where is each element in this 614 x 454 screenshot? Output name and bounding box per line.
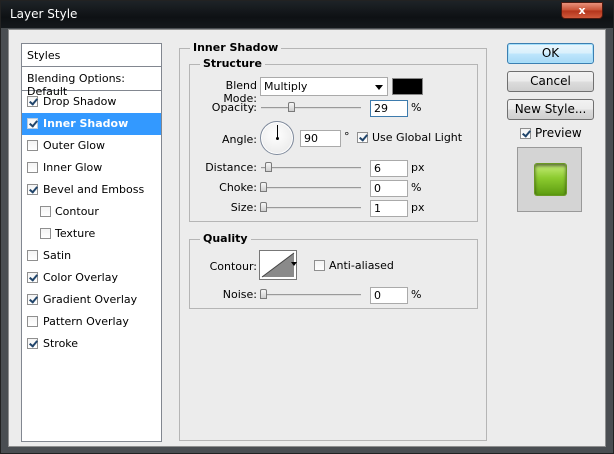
style-item-label: Gradient Overlay [43, 293, 138, 306]
style-items: Drop Shadow Inner Shadow Outer Glow Inner G… [22, 91, 161, 355]
choke-slider-thumb[interactable] [260, 182, 267, 192]
style-item-checkbox[interactable] [27, 184, 38, 195]
angle-dial[interactable] [260, 121, 294, 155]
style-item-satin[interactable]: Satin [22, 245, 161, 267]
style-item-stroke[interactable]: Stroke [22, 333, 161, 355]
use-global-light-checkbox[interactable]: Use Global Light [357, 131, 462, 145]
style-item-checkbox[interactable] [40, 228, 51, 239]
style-item-label: Inner Glow [43, 161, 103, 174]
preview-label: Preview [535, 126, 582, 140]
distance-unit: px [411, 161, 425, 174]
angle-label: Angle: [221, 133, 257, 146]
style-item-checkbox[interactable] [27, 96, 38, 107]
chevron-down-icon [291, 262, 297, 266]
style-item-label: Satin [43, 249, 72, 262]
close-button[interactable]: x [561, 2, 603, 19]
style-item-checkbox[interactable] [27, 140, 38, 151]
style-item-label: Pattern Overlay [43, 315, 129, 328]
opacity-slider-thumb[interactable] [288, 102, 295, 112]
distance-input[interactable]: 6 [370, 160, 408, 177]
blend-mode-value: Multiply [264, 80, 308, 93]
contour-dropdown-button[interactable] [290, 250, 298, 280]
dialog-client-area: Styles Blending Options: Default Drop Sh… [8, 29, 606, 447]
use-global-light-box[interactable] [357, 132, 368, 143]
style-item-inner-shadow[interactable]: Inner Shadow [22, 113, 161, 135]
choke-label: Choke: [219, 181, 257, 194]
preview-checkbox[interactable]: Preview [520, 126, 590, 141]
style-item-checkbox[interactable] [27, 250, 38, 261]
style-item-inner-glow[interactable]: Inner Glow [22, 157, 161, 179]
style-item-label: Inner Shadow [43, 117, 129, 130]
style-item-label: Outer Glow [43, 139, 106, 152]
opacity-slider[interactable] [261, 107, 361, 109]
style-item-label: Bevel and Emboss [43, 183, 145, 196]
style-item-pattern-overlay[interactable]: Pattern Overlay [22, 311, 161, 333]
cancel-button[interactable]: Cancel [507, 71, 594, 92]
noise-slider[interactable] [261, 294, 361, 296]
blend-mode-select[interactable]: Multiply [260, 77, 388, 96]
ok-button[interactable]: OK [507, 43, 594, 64]
use-global-light-label: Use Global Light [372, 131, 463, 144]
noise-label: Noise: [222, 288, 257, 301]
distance-label: Distance: [205, 161, 257, 174]
size-label: Size: [230, 201, 257, 214]
structure-title: Structure [200, 57, 265, 70]
style-item-checkbox[interactable] [27, 162, 38, 173]
distance-slider-thumb[interactable] [265, 162, 272, 172]
size-input[interactable]: 1 [370, 200, 408, 217]
noise-unit: % [411, 288, 422, 301]
style-item-contour[interactable]: Contour [22, 201, 161, 223]
chevron-down-icon [375, 85, 383, 90]
preview-box-check[interactable] [520, 128, 531, 139]
anti-aliased-checkbox[interactable]: Anti-aliased [314, 259, 404, 273]
title-bar[interactable]: Layer Style x [1, 1, 613, 28]
anti-aliased-box[interactable] [314, 260, 325, 271]
layer-style-dialog: Layer Style x Styles Blending Options: D… [0, 0, 614, 454]
style-preview-swatch [535, 164, 566, 195]
style-item-texture[interactable]: Texture [22, 223, 161, 245]
size-slider-thumb[interactable] [260, 202, 267, 212]
style-item-drop-shadow[interactable]: Drop Shadow [22, 91, 161, 113]
size-unit: px [411, 201, 425, 214]
style-item-label: Texture [55, 227, 96, 240]
blending-options-item[interactable]: Blending Options: Default [22, 67, 161, 98]
angle-dial-hub [276, 137, 279, 140]
contour-label: Contour: [209, 260, 257, 273]
opacity-unit: % [411, 101, 422, 114]
style-item-checkbox[interactable] [27, 294, 38, 305]
distance-slider[interactable] [261, 167, 361, 169]
style-item-color-overlay[interactable]: Color Overlay [22, 267, 161, 289]
choke-slider[interactable] [261, 187, 361, 189]
size-slider[interactable] [261, 207, 361, 209]
style-item-label: Drop Shadow [43, 95, 117, 108]
style-item-label: Contour [55, 205, 99, 218]
new-style-button[interactable]: New Style... [507, 99, 594, 120]
angle-input[interactable]: 90 [300, 130, 341, 147]
style-item-checkbox[interactable] [27, 272, 38, 283]
quality-title: Quality [200, 232, 251, 245]
style-item-checkbox[interactable] [27, 118, 38, 129]
styles-header[interactable]: Styles [22, 44, 161, 67]
styles-list: Styles Blending Options: Default Drop Sh… [21, 43, 162, 442]
style-item-checkbox[interactable] [40, 206, 51, 217]
choke-unit: % [411, 181, 422, 194]
style-item-checkbox[interactable] [27, 316, 38, 327]
shadow-color-swatch[interactable] [392, 78, 423, 95]
opacity-label: Opacity: [211, 101, 257, 114]
anti-aliased-label: Anti-aliased [329, 259, 394, 272]
style-item-gradient-overlay[interactable]: Gradient Overlay [22, 289, 161, 311]
choke-input[interactable]: 0 [370, 180, 408, 197]
style-item-outer-glow[interactable]: Outer Glow [22, 135, 161, 157]
inner-shadow-title: Inner Shadow [190, 41, 282, 54]
angle-unit: ° [344, 130, 350, 143]
style-item-label: Stroke [43, 337, 79, 350]
noise-slider-thumb[interactable] [260, 289, 267, 299]
style-preview [517, 147, 582, 212]
style-item-label: Color Overlay [43, 271, 118, 284]
noise-input[interactable]: 0 [370, 287, 408, 304]
window-title: Layer Style [10, 7, 78, 21]
style-item-checkbox[interactable] [27, 338, 38, 349]
opacity-input[interactable]: 29 [370, 100, 408, 117]
style-item-bevel-and-emboss[interactable]: Bevel and Emboss [22, 179, 161, 201]
